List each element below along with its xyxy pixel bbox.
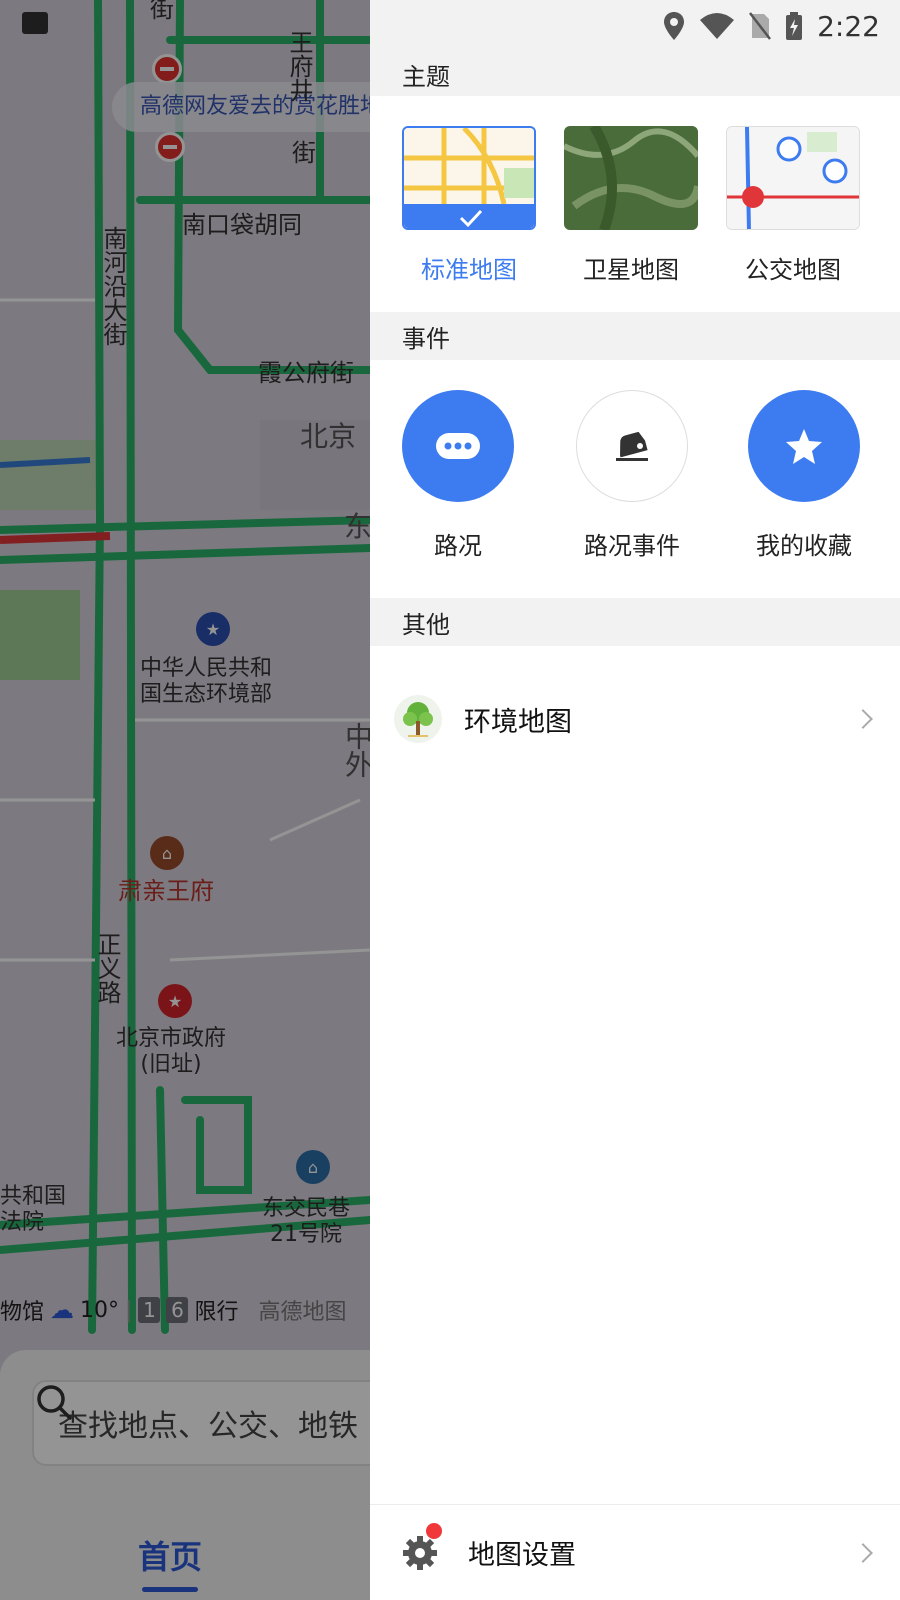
favorites-toggle[interactable] (748, 390, 860, 502)
map-layers-drawer: 2:22 主题 标准地图 卫星地图 公交地图 事件 路况 路况事件 我的收藏 其… (370, 0, 900, 1600)
chevron-right-icon (853, 709, 873, 729)
gear-icon (403, 1535, 437, 1570)
status-bar: 2:22 (370, 0, 900, 52)
section-header-other: 其他 (370, 598, 900, 646)
section-header-theme: 主题 (370, 52, 900, 96)
star-icon (786, 429, 822, 464)
section-header-event: 事件 (370, 312, 900, 360)
event-label-favorites[interactable]: 我的收藏 (724, 526, 884, 561)
transit-map-thumbnail (727, 127, 859, 229)
traffic-toggle[interactable] (402, 390, 514, 502)
location-icon (664, 12, 685, 40)
map-settings-label: 地图设置 (468, 1540, 576, 1571)
env-map-label: 环境地图 (464, 706, 572, 738)
event-label-incident[interactable]: 路况事件 (552, 526, 712, 561)
status-time: 2:22 (817, 9, 880, 43)
env-map-row[interactable]: 环境地图 (370, 676, 900, 762)
theme-label-transit[interactable]: 公交地图 (713, 250, 873, 285)
theme-standard-map[interactable] (402, 126, 536, 230)
theme-label-standard[interactable]: 标准地图 (389, 250, 549, 285)
satellite-map-thumbnail (564, 126, 698, 230)
map-settings-row[interactable]: 地图设置 (370, 1504, 900, 1600)
traffic-incident-toggle[interactable] (576, 390, 688, 502)
drawer-overlay[interactable] (0, 0, 370, 1600)
notification-dot (426, 1522, 442, 1539)
tree-icon (394, 695, 442, 743)
car-incident-icon (616, 431, 648, 461)
theme-label-satellite[interactable]: 卫星地图 (551, 250, 711, 285)
no-sim-icon (749, 12, 772, 40)
wifi-icon (700, 13, 735, 39)
traffic-dots-icon (436, 433, 480, 459)
theme-satellite-map[interactable] (564, 126, 698, 230)
battery-charging-icon (786, 12, 803, 40)
chevron-right-icon (853, 1542, 873, 1563)
event-label-traffic[interactable]: 路况 (378, 526, 538, 561)
theme-transit-map[interactable] (726, 126, 860, 230)
standard-map-thumbnail (404, 128, 534, 228)
